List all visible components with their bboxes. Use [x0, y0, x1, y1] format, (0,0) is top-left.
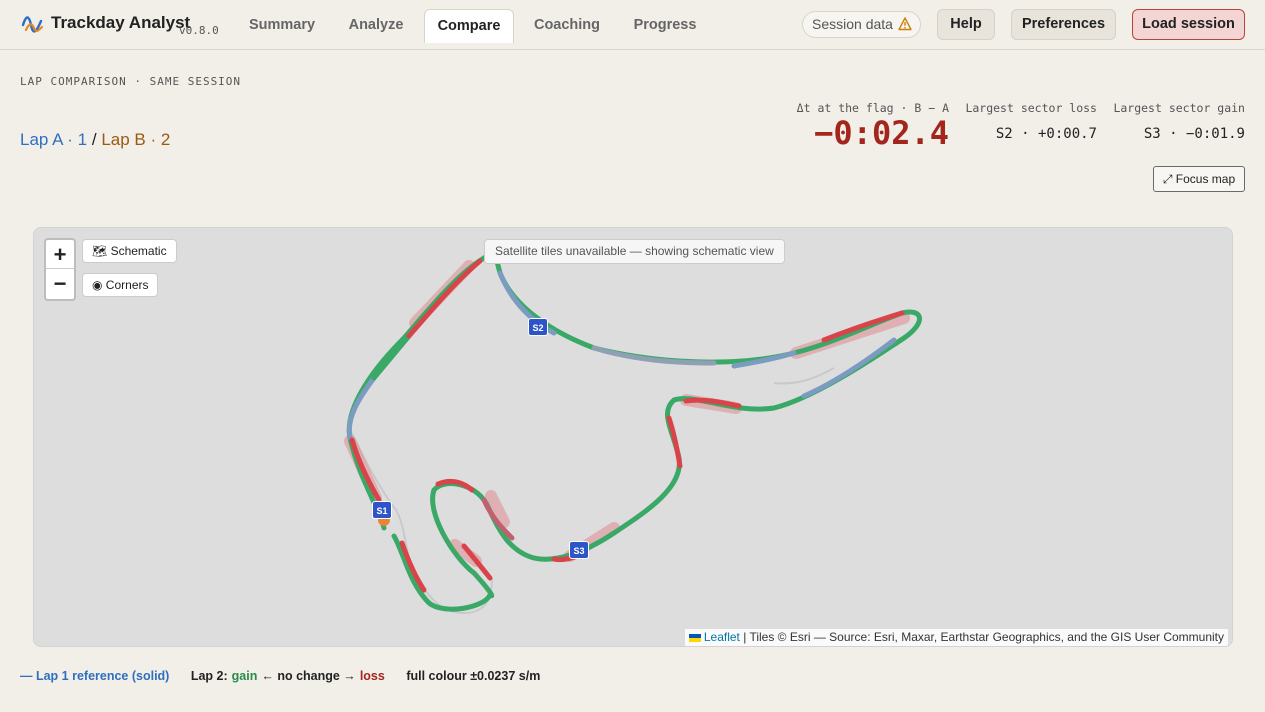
- lap-selector-title: Lap A · 1 / Lap B · 2: [20, 130, 170, 150]
- zoom-in-button[interactable]: +: [46, 240, 74, 269]
- ukraine-flag-icon: [688, 633, 701, 642]
- tab-summary[interactable]: Summary: [242, 9, 322, 42]
- tiles-notice: Satellite tiles unavailable — showing sc…: [484, 239, 785, 264]
- legend-no-change: ← no change →: [261, 669, 356, 683]
- load-session-button[interactable]: Load session: [1132, 9, 1245, 40]
- legend-reference: — Lap 1 reference (solid): [20, 669, 170, 683]
- corners-toggle[interactable]: ◉ Corners: [82, 273, 159, 297]
- legend-lap2-prefix: Lap 2:: [190, 669, 228, 683]
- sector-marker-s1[interactable]: S1: [372, 501, 392, 519]
- attribution-text: | Tiles © Esri — Source: Esri, Maxar, Ea…: [739, 630, 1224, 644]
- tab-analyze[interactable]: Analyze: [336, 9, 416, 42]
- lap-separator: /: [91, 130, 97, 149]
- help-button[interactable]: Help: [937, 9, 995, 40]
- track-schematic: [344, 252, 922, 615]
- app-logo-icon: [21, 16, 44, 33]
- largest-loss-label: Largest sector loss: [965, 101, 1097, 115]
- track-map[interactable]: + − 🗺 Schematic ◉ Corners Satellite tile…: [33, 227, 1233, 647]
- lap-a-label[interactable]: Lap A · 1: [20, 130, 87, 149]
- app-brand: Trackday Analyst: [51, 13, 191, 32]
- legend-loss: loss: [359, 669, 385, 683]
- sector-marker-s3[interactable]: S3: [569, 541, 589, 559]
- largest-loss-value: S2 · +0:00.7: [995, 126, 1097, 142]
- tab-compare[interactable]: Compare: [424, 9, 514, 43]
- zoom-control: + −: [44, 238, 76, 301]
- delta-segments: [346, 258, 905, 593]
- leaflet-link[interactable]: Leaflet: [704, 630, 740, 644]
- map-legend: — Lap 1 reference (solid) Lap 2: gain ← no…: [20, 669, 558, 683]
- tab-progress[interactable]: Progress: [624, 9, 706, 42]
- preferences-button[interactable]: Preferences: [1011, 9, 1116, 40]
- lap-b-label[interactable]: Lap B · 2: [101, 130, 170, 149]
- legend-gain: gain: [231, 669, 258, 683]
- section-eyebrow: LAP COMPARISON · SAME SESSION: [20, 75, 242, 88]
- app-version: v0.8.0: [179, 24, 219, 37]
- sector-marker-s2-label: S2: [528, 318, 548, 336]
- largest-gain-value: S3 · −0:01.9: [1143, 126, 1245, 142]
- tab-coaching[interactable]: Coaching: [526, 9, 608, 42]
- sector-marker-s1-label: S1: [372, 501, 392, 519]
- warning-icon: [898, 17, 912, 31]
- delta-value: −0:02.4: [814, 114, 949, 152]
- schematic-toggle[interactable]: 🗺 Schematic: [82, 239, 177, 263]
- delta-label: Δt at the flag · B − A: [796, 101, 949, 115]
- sector-marker-s3-label: S3: [569, 541, 589, 559]
- largest-gain-label: Largest sector gain: [1113, 101, 1245, 115]
- zoom-out-button[interactable]: −: [46, 269, 74, 298]
- legend-scale: full colour ±0.0237 s/m: [406, 669, 541, 683]
- map-attribution: Leaflet | Tiles © Esri — Source: Esri, M…: [684, 629, 1228, 646]
- focus-map-button[interactable]: ⤢ Focus map: [1153, 166, 1245, 192]
- sector-marker-s2[interactable]: S2: [528, 318, 548, 336]
- legend-lap2: Lap 2: gain ← no change → loss: [191, 669, 385, 683]
- top-bar: Trackday Analyst v0.8.0 Summary Analyze …: [0, 0, 1265, 50]
- session-data-status[interactable]: Session data: [802, 11, 921, 38]
- session-status-label: Session data: [812, 16, 893, 32]
